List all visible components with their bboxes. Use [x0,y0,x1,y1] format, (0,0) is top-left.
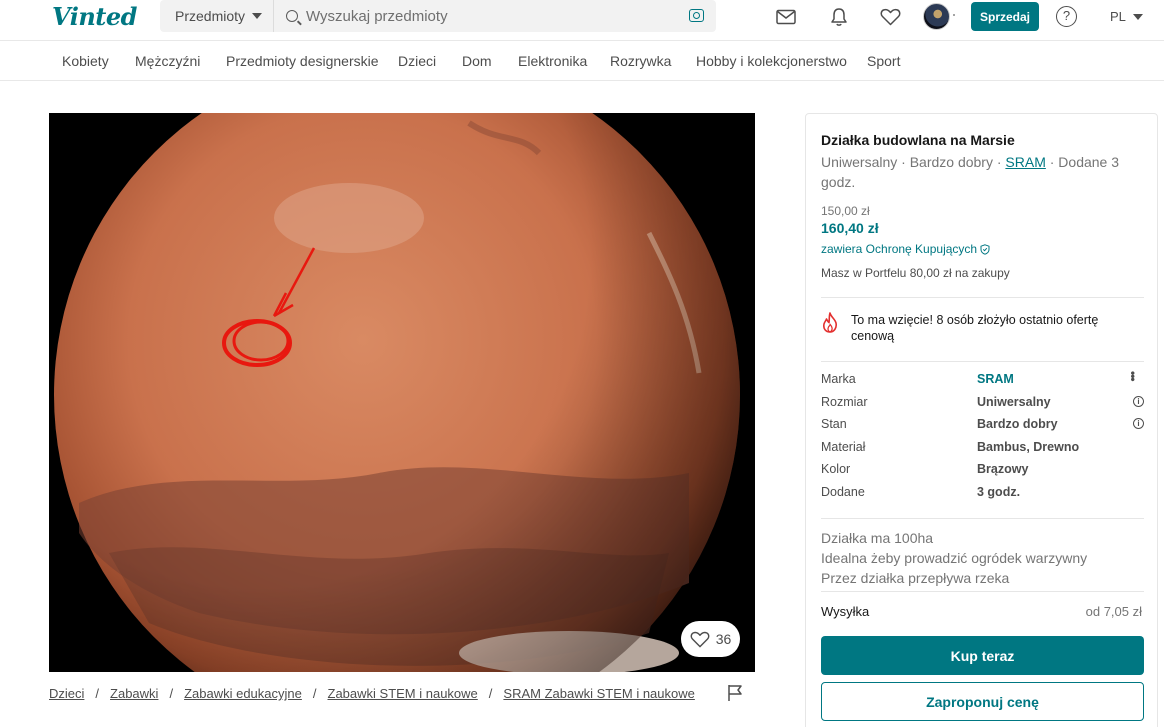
shield-icon [980,243,990,255]
search-input[interactable] [306,7,686,25]
category-home[interactable]: Dom [462,53,492,69]
breadcrumb-item[interactable]: Zabawki [110,686,158,701]
top-header: Vinted Przedmioty Sprzedaj ? PL [0,0,1164,41]
buyer-protection-link[interactable]: zawiera Ochronę Kupujących [821,242,990,256]
demand-notice: To ma wzięcie! 8 osób złożyło ostatnio o… [821,312,1131,344]
attribute-label: Dodane [821,485,865,499]
heart-icon [690,631,710,647]
search-icon [286,10,298,22]
breadcrumb: Dzieci / Zabawki / Zabawki edukacyjne / … [49,686,695,701]
wallet-balance: Masz w Portfelu 80,00 zł na zakupy [821,266,1010,280]
item-summary: Uniwersalny · Bardzo dobry · SRAM · Doda… [821,152,1141,192]
sell-button[interactable]: Sprzedaj [971,2,1039,31]
description-line: Idealna żeby prowadzić ogródek warzywny [821,550,1088,566]
category-sport[interactable]: Sport [867,53,900,69]
original-price: 150,00 zł [821,204,870,218]
search-category-select[interactable]: Przedmioty [160,0,274,32]
info-icon[interactable]: i [1133,418,1144,429]
buyer-protection-label: zawiera Ochronę Kupujących [821,242,978,256]
attribute-label: Stan [821,417,847,431]
item-photo[interactable]: 36 [49,113,755,672]
category-designer[interactable]: Przedmioty designerskie [226,53,379,69]
category-electronics[interactable]: Elektronika [518,53,587,69]
category-women[interactable]: Kobiety [62,53,109,69]
favorite-button[interactable]: 36 [681,621,740,657]
attribute-value: Uniwersalny [977,395,1051,409]
breadcrumb-item[interactable]: Zabawki edukacyjne [184,686,302,701]
attribute-row-brand: Marka SRAM ••• [821,369,1144,391]
breadcrumb-item[interactable]: Dzieci [49,686,84,701]
vinted-logo[interactable]: Vinted [52,2,137,31]
attribute-row-size: Rozmiar Uniwersalny i [821,392,1144,414]
breadcrumb-item[interactable]: SRAM Zabawki STEM i naukowe [503,686,694,701]
chevron-down-icon [1132,13,1143,20]
heart-icon[interactable] [879,6,901,28]
camera-icon[interactable] [689,9,704,22]
attribute-row-condition: Stan Bardzo dobry i [821,414,1144,436]
divider [821,518,1144,519]
category-men[interactable]: Mężczyźni [135,53,200,69]
divider [821,591,1144,592]
brand-value-link[interactable]: SRAM [977,372,1014,386]
total-price: 160,40 zł [821,220,879,236]
item-title: Działka budowlana na Marsie [821,132,1015,148]
category-entertainment[interactable]: Rozrywka [610,53,671,69]
breadcrumb-item[interactable]: Zabawki STEM i naukowe [328,686,478,701]
mars-planet-image [54,113,740,672]
bell-icon[interactable] [828,6,850,28]
description-line: Przez działka przepływa rzeka [821,570,1010,586]
mail-icon[interactable] [775,6,797,28]
attribute-value: Brązowy [977,462,1029,476]
buy-now-button[interactable]: Kup teraz [821,636,1144,675]
category-nav: Kobiety Mężczyźni Przedmioty designerski… [0,41,1164,81]
shipping-label: Wysyłka [821,604,870,619]
item-description: Działka ma 100ha Idealna żeby prowadzić … [821,528,1087,588]
help-icon[interactable]: ? [1056,6,1077,27]
shipping-price: od 7,05 zł [1085,604,1142,619]
attribute-row-uploaded: Dodane 3 godz. [821,482,1144,504]
attribute-value: 3 godz. [977,485,1021,499]
divider [821,361,1144,362]
breadcrumb-separator: / [95,686,100,701]
category-kids[interactable]: Dzieci [398,53,436,69]
item-details-panel: Działka budowlana na Marsie Uniwersalny … [805,113,1158,727]
language-select[interactable]: PL [1110,9,1143,24]
info-icon[interactable]: i [1133,396,1144,407]
avatar-menu-indicator [953,14,955,16]
search-category-label: Przedmioty [175,8,246,24]
favorite-count: 36 [715,631,732,647]
more-options-icon[interactable]: ••• [1126,371,1140,381]
flame-icon [823,312,837,333]
user-avatar[interactable] [923,3,950,30]
breadcrumb-separator: / [312,686,317,701]
attribute-row-color: Kolor Brązowy [821,459,1144,481]
item-summary-prefix: Uniwersalny · Bardzo dobry · [821,154,1006,170]
attribute-label: Rozmiar [821,395,868,409]
attribute-label: Marka [821,372,856,386]
search-bar: Przedmioty [160,0,716,32]
report-flag-icon[interactable] [727,684,743,705]
language-label: PL [1110,9,1126,24]
attribute-label: Materiał [821,440,866,454]
description-line: Działka ma 100ha [821,530,934,546]
brand-link[interactable]: SRAM [1005,154,1045,170]
attribute-value: Bambus, Drewno [977,440,1080,454]
attribute-label: Kolor [821,462,851,476]
breadcrumb-separator: / [488,686,493,701]
attribute-value: Bardzo dobry [977,417,1058,431]
demand-notice-text: To ma wzięcie! 8 osób złożyło ostatnio o… [851,313,1099,343]
category-hobby[interactable]: Hobby i kolekcjonerstwo [696,53,847,69]
chevron-down-icon [252,13,263,19]
breadcrumb-separator: / [169,686,174,701]
make-offer-button[interactable]: Zaproponuj cenę [821,682,1144,721]
divider [821,297,1144,298]
attribute-row-material: Materiał Bambus, Drewno [821,437,1144,459]
